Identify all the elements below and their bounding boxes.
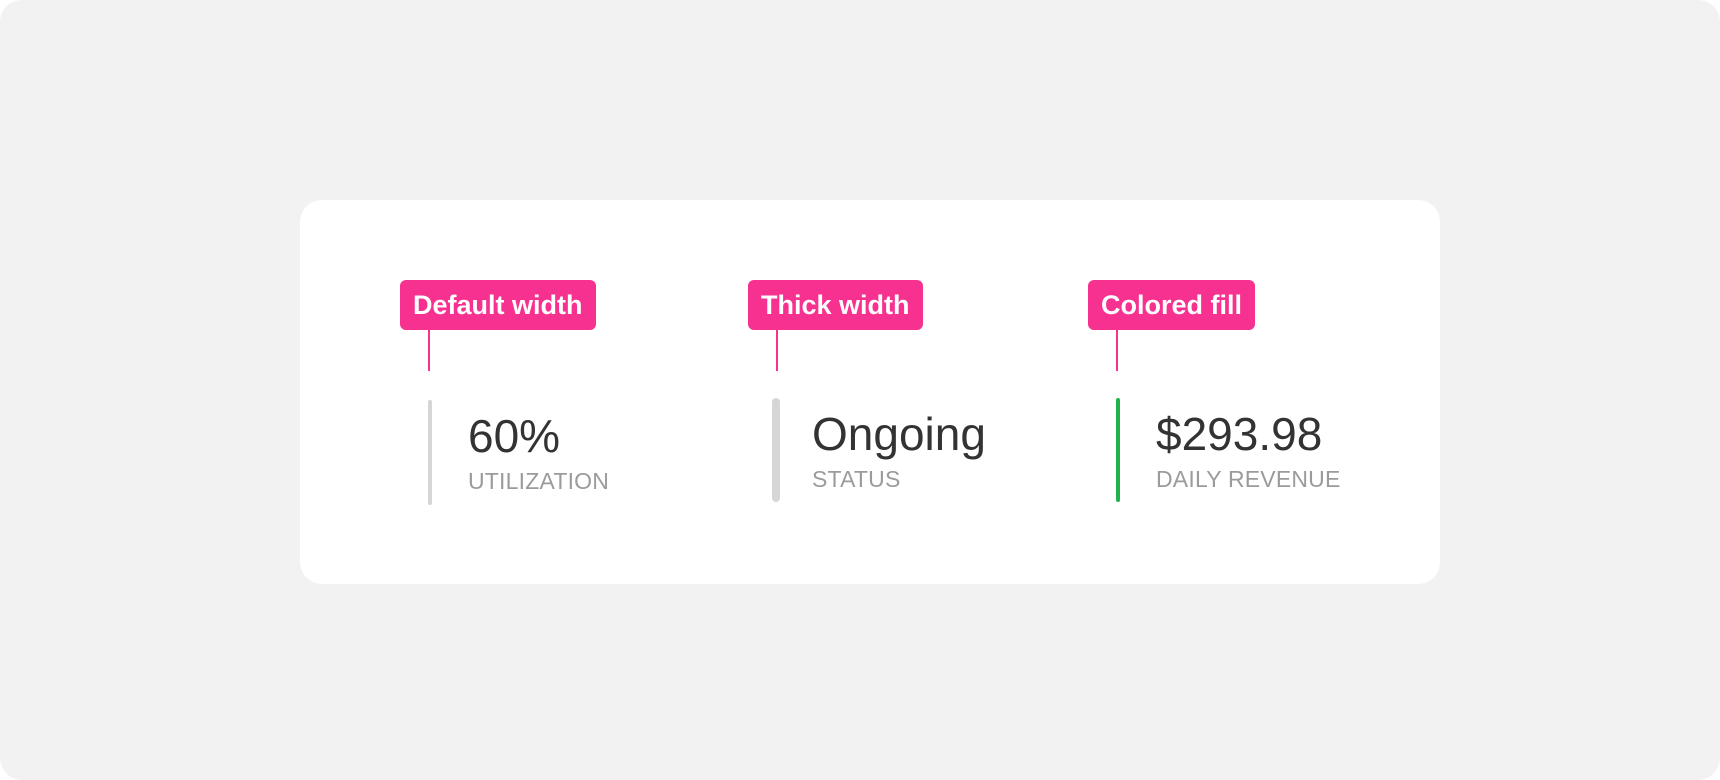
stat-utilization: 60% UTILIZATION xyxy=(428,400,688,506)
callout-pointer xyxy=(776,330,778,371)
stat-label: STATUS xyxy=(812,466,901,492)
stat-value: Ongoing xyxy=(812,408,986,460)
callout-colored-fill: Colored fill xyxy=(1088,280,1255,330)
callout-pointer xyxy=(428,330,430,371)
stat-status: Ongoing STATUS xyxy=(772,398,1072,504)
stat-bar-default xyxy=(428,400,432,505)
stats-card: Default width Thick width Colored fill 6… xyxy=(300,200,1440,584)
stat-label: DAILY REVENUE xyxy=(1156,466,1341,492)
stat-daily-revenue: $293.98 DAILY REVENUE xyxy=(1116,398,1416,504)
stat-label: UTILIZATION xyxy=(468,468,610,494)
stat-bar-thick xyxy=(772,398,780,502)
stat-bar-colored xyxy=(1116,398,1120,502)
callout-thick-width: Thick width xyxy=(748,280,923,330)
stat-value: 60% xyxy=(468,410,561,462)
callout-default-width: Default width xyxy=(400,280,596,330)
callout-pointer xyxy=(1116,330,1118,371)
stat-value: $293.98 xyxy=(1156,408,1323,460)
page-background: Default width Thick width Colored fill 6… xyxy=(0,0,1720,780)
